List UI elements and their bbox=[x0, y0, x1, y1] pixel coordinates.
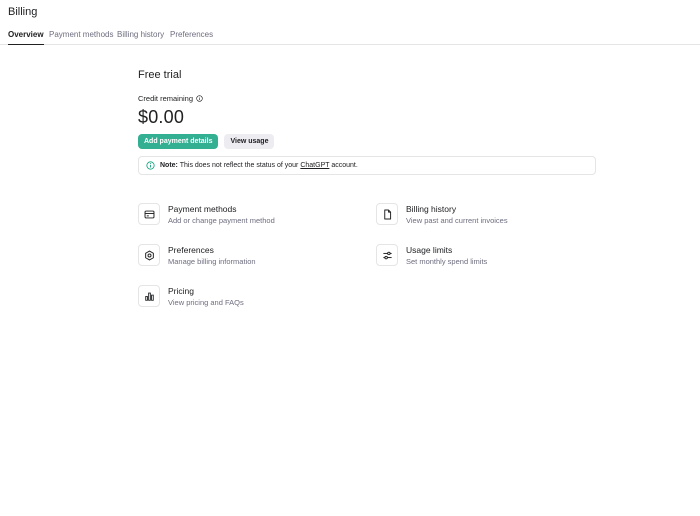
sliders-icon bbox=[382, 251, 392, 259]
document-icon bbox=[383, 209, 391, 219]
note-prefix: Note: bbox=[160, 162, 178, 169]
card-preferences[interactable]: Preferences Manage billing information bbox=[138, 244, 338, 266]
plan-title: Free trial bbox=[138, 69, 182, 81]
tab-payment-methods[interactable]: Payment methods bbox=[49, 30, 113, 44]
credit-card-icon bbox=[144, 210, 154, 218]
card-title: Pricing bbox=[168, 286, 194, 296]
note-text-after: account. bbox=[331, 162, 358, 169]
card-description: Set monthly spend limits bbox=[406, 257, 488, 266]
card-description: Add or change payment method bbox=[168, 216, 275, 225]
credit-remaining-label: Credit remaining bbox=[138, 94, 194, 103]
credit-balance: $0.00 bbox=[138, 107, 185, 127]
tab-bar: Overview Payment methods Billing history… bbox=[0, 26, 700, 45]
billing-overview: Free trial Credit remaining $0.00 Add pa… bbox=[138, 66, 598, 175]
add-payment-details-button[interactable]: Add payment details bbox=[138, 134, 219, 149]
info-icon bbox=[146, 161, 155, 170]
gear-icon bbox=[144, 250, 154, 260]
card-description: View pricing and FAQs bbox=[168, 298, 244, 307]
credit-remaining: Credit remaining bbox=[138, 94, 598, 103]
info-icon[interactable] bbox=[196, 95, 203, 102]
card-title: Billing history bbox=[406, 204, 457, 214]
card-usage-limits[interactable]: Usage limits Set monthly spend limits bbox=[376, 244, 576, 266]
action-buttons: Add payment details View usage bbox=[138, 134, 598, 149]
view-usage-button[interactable]: View usage bbox=[224, 134, 275, 149]
card-title: Usage limits bbox=[406, 245, 453, 255]
card-title: Payment methods bbox=[168, 204, 237, 214]
note-text-before: This does not reflect the status of your bbox=[179, 162, 299, 169]
status-note: Note: This does not reflect the status o… bbox=[138, 156, 596, 175]
tab-preferences[interactable]: Preferences bbox=[170, 30, 213, 44]
card-description: View past and current invoices bbox=[406, 216, 508, 225]
chatgpt-link[interactable]: ChatGPT bbox=[300, 162, 329, 169]
card-billing-history[interactable]: Billing history View past and current in… bbox=[376, 203, 576, 225]
card-description: Manage billing information bbox=[168, 257, 256, 266]
card-pricing[interactable]: Pricing View pricing and FAQs bbox=[138, 285, 338, 307]
tab-billing-history[interactable]: Billing history bbox=[117, 30, 164, 44]
bar-chart-icon bbox=[144, 292, 154, 301]
card-payment-methods[interactable]: Payment methods Add or change payment me… bbox=[138, 203, 338, 225]
card-title: Preferences bbox=[168, 245, 214, 255]
note-text: Note: This does not reflect the status o… bbox=[160, 162, 358, 169]
tab-overview[interactable]: Overview bbox=[8, 30, 44, 45]
page-title: Billing bbox=[8, 6, 38, 18]
